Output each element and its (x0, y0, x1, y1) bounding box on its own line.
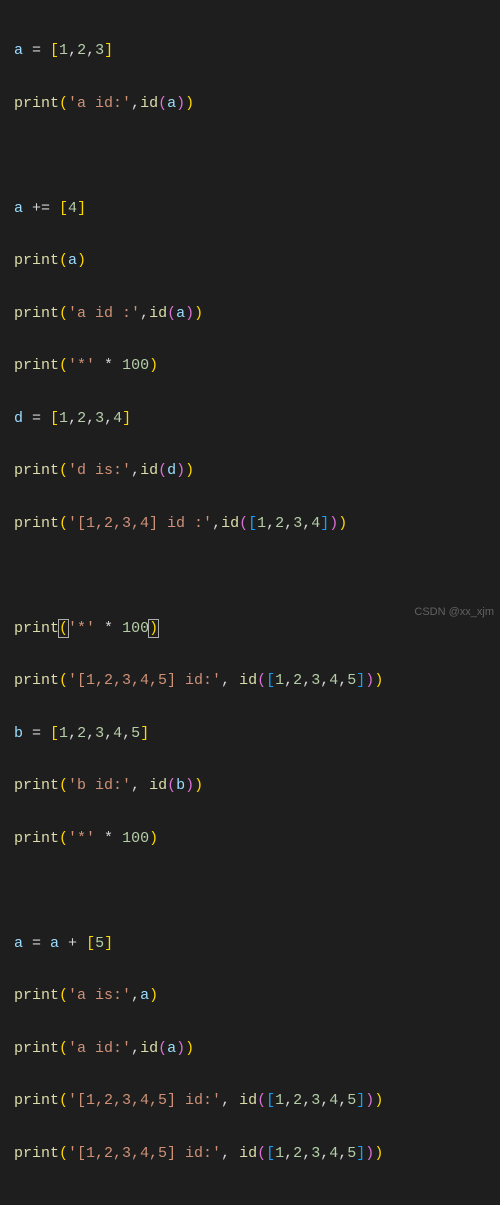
code-line: a = [1,2,3] (14, 38, 486, 64)
code-line: d = [1,2,3,4] (14, 406, 486, 432)
code-line: print('a id:',id(a)) (14, 91, 486, 117)
blank-line (14, 563, 486, 589)
code-line: print('*' * 100) (14, 353, 486, 379)
blank-line (14, 143, 486, 169)
watermark: CSDN @xx_xjm (414, 606, 494, 618)
code-line: print(a) (14, 248, 486, 274)
code-line: print('*' * 100) (14, 826, 486, 852)
code-editor[interactable]: a = [1,2,3] print('a id:',id(a)) a += [4… (0, 0, 500, 1205)
code-line: b = [1,2,3,4,5] (14, 721, 486, 747)
bracket-highlight: ) (148, 619, 159, 638)
code-line: a += [4] (14, 196, 486, 222)
code-line: a = a + [5] (14, 931, 486, 957)
variable: a (14, 42, 23, 59)
function-call: print (14, 95, 59, 112)
code-line: print('[1,2,3,4,5] id:', id([1,2,3,4,5])… (14, 1141, 486, 1167)
code-line: print('[1,2,3,4] id :',id([1,2,3,4])) (14, 511, 486, 537)
code-line: print('a id :',id(a)) (14, 301, 486, 327)
code-line: print('b id:', id(b)) (14, 773, 486, 799)
blank-line (14, 878, 486, 904)
code-line: print('[1,2,3,4,5] id:', id([1,2,3,4,5])… (14, 668, 486, 694)
code-line: print('[1,2,3,4,5] id:', id([1,2,3,4,5])… (14, 1088, 486, 1114)
code-line: print('a id:',id(a)) (14, 1036, 486, 1062)
code-line: print('a is:',a) (14, 983, 486, 1009)
code-line: print('d is:',id(d)) (14, 458, 486, 484)
